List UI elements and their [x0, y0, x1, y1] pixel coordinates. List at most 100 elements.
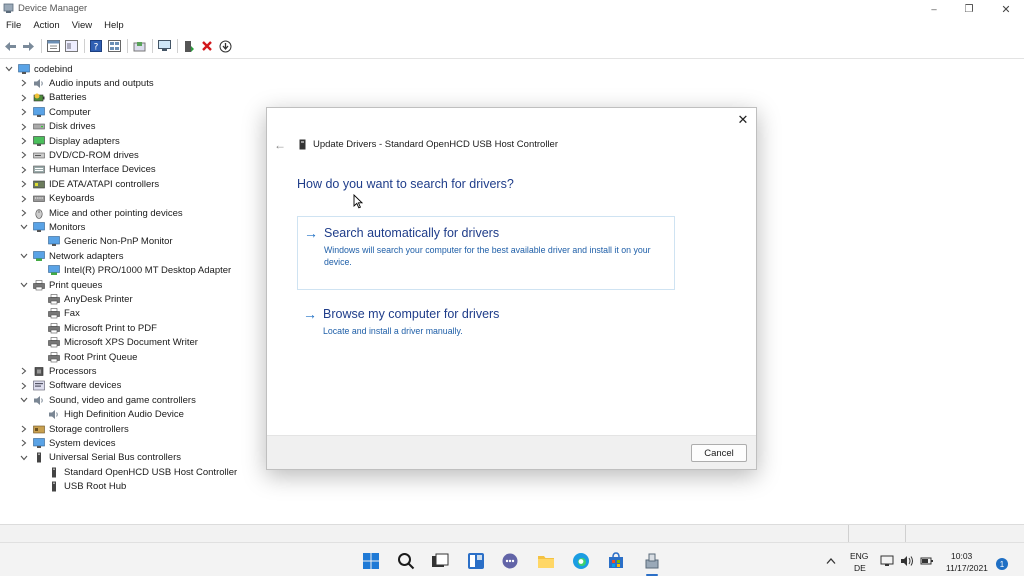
tree-category[interactable]: Sound, video and game controllers: [19, 393, 196, 407]
chevron-right-icon[interactable]: [19, 364, 29, 378]
dialog-close-button[interactable]: ✕: [735, 112, 751, 128]
option-title: Browse my computer for drivers: [323, 307, 500, 321]
help-icon[interactable]: ?: [88, 38, 104, 54]
minimize-button[interactable]: –: [916, 0, 952, 18]
tree-device[interactable]: AnyDesk Printer: [48, 292, 133, 306]
clock-date[interactable]: 11/17/2021: [946, 563, 988, 573]
search-automatically-option[interactable]: → Search automatically for drivers Windo…: [297, 216, 675, 290]
tree-device[interactable]: Fax: [48, 307, 80, 321]
tree-category[interactable]: Universal Serial Bus controllers: [19, 451, 181, 465]
tree-category[interactable]: Mice and other pointing devices: [19, 206, 183, 220]
close-button[interactable]: ✕: [988, 0, 1024, 18]
edge-icon[interactable]: [571, 551, 591, 571]
menu-help[interactable]: Help: [98, 18, 130, 34]
properties-icon[interactable]: [45, 38, 61, 54]
tree-category[interactable]: Monitors: [19, 220, 85, 234]
printer-icon: [48, 337, 60, 348]
tree-category[interactable]: DVD/CD-ROM drives: [19, 148, 139, 162]
network-icon: [48, 265, 60, 276]
search-icon[interactable]: [396, 551, 416, 571]
restore-button[interactable]: ❐: [951, 0, 987, 18]
chevron-down-icon[interactable]: [19, 451, 29, 465]
menu-file[interactable]: File: [0, 18, 27, 34]
tree-category[interactable]: Human Interface Devices: [19, 163, 156, 177]
action-icon[interactable]: [131, 38, 147, 54]
tree-device[interactable]: High Definition Audio Device: [48, 408, 184, 422]
chevron-right-icon[interactable]: [19, 379, 29, 393]
tree-device[interactable]: Intel(R) PRO/1000 MT Desktop Adapter: [48, 264, 231, 278]
chevron-right-icon[interactable]: [19, 76, 29, 90]
battery-icon[interactable]: [920, 551, 934, 571]
tree-category[interactable]: Network adapters: [19, 249, 123, 263]
taskbar: ENG DE 10:03 11/17/2021 1: [0, 542, 1024, 576]
uninstall-icon[interactable]: [199, 38, 215, 54]
chevron-right-icon[interactable]: [19, 206, 29, 220]
chevron-down-icon[interactable]: [4, 62, 14, 76]
tree-item-label: Microsoft XPS Document Writer: [64, 337, 198, 349]
printer-icon: [48, 308, 60, 319]
chevron-right-icon[interactable]: [19, 436, 29, 450]
tree-category[interactable]: Batteries: [19, 91, 87, 105]
tree-category[interactable]: Software devices: [19, 379, 121, 393]
tree-category[interactable]: Keyboards: [19, 192, 94, 206]
tree-category[interactable]: Computer: [19, 105, 91, 119]
view-icon[interactable]: [106, 38, 122, 54]
notification-badge[interactable]: 1: [996, 558, 1008, 570]
tree-category[interactable]: IDE ATA/ATAPI controllers: [19, 177, 159, 191]
clock-time[interactable]: 10:03: [951, 551, 972, 561]
chevron-right-icon[interactable]: [19, 148, 29, 162]
windows-start-icon[interactable]: [361, 551, 381, 571]
tree-device[interactable]: Microsoft Print to PDF: [48, 321, 157, 335]
tree-device[interactable]: USB Root Hub: [48, 480, 126, 494]
chat-icon[interactable]: [500, 551, 520, 571]
language-indicator[interactable]: ENG: [850, 551, 868, 561]
tree-category[interactable]: Print queues: [19, 278, 102, 292]
chevron-right-icon[interactable]: [19, 91, 29, 105]
chevron-right-icon[interactable]: [19, 177, 29, 191]
option-description: Windows will search your computer for th…: [324, 245, 651, 267]
tree-category[interactable]: Processors: [19, 364, 97, 378]
tree-device[interactable]: Microsoft XPS Document Writer: [48, 336, 198, 350]
download-icon[interactable]: [217, 38, 233, 54]
widgets-icon[interactable]: [466, 551, 486, 571]
tree-category[interactable]: Display adapters: [19, 134, 120, 148]
back-icon[interactable]: [2, 38, 18, 54]
console-icon[interactable]: [63, 38, 79, 54]
chevron-down-icon[interactable]: [19, 278, 29, 292]
task-view-icon[interactable]: [430, 551, 450, 571]
tree-category[interactable]: System devices: [19, 436, 116, 450]
chevron-down-icon[interactable]: [19, 249, 29, 263]
file-explorer-icon[interactable]: [536, 551, 556, 571]
forward-icon[interactable]: [20, 38, 36, 54]
option-title: Search automatically for drivers: [324, 226, 500, 240]
menu-view[interactable]: View: [66, 18, 98, 34]
tree-category[interactable]: Storage controllers: [19, 422, 129, 436]
tree-category[interactable]: Disk drives: [19, 120, 95, 134]
tree-root[interactable]: codebind: [4, 62, 73, 76]
tree-device[interactable]: Standard OpenHCD USB Host Controller: [48, 465, 237, 479]
cancel-button[interactable]: Cancel: [691, 444, 747, 462]
chevron-down-icon[interactable]: [19, 220, 29, 234]
chevron-right-icon[interactable]: [19, 192, 29, 206]
chevron-right-icon[interactable]: [19, 105, 29, 119]
tree-category[interactable]: Audio inputs and outputs: [19, 76, 154, 90]
browse-computer-option[interactable]: → Browse my computer for drivers Locate …: [297, 298, 675, 340]
chevron-right-icon[interactable]: [19, 134, 29, 148]
chevron-right-icon[interactable]: [19, 120, 29, 134]
tree-item-label: Audio inputs and outputs: [49, 77, 154, 89]
volume-icon[interactable]: [900, 551, 914, 571]
device-manager-icon[interactable]: [642, 551, 662, 571]
chevron-down-icon[interactable]: [19, 393, 29, 407]
tree-device[interactable]: Generic Non-PnP Monitor: [48, 235, 173, 249]
update-driver-icon[interactable]: [181, 38, 197, 54]
tree-device[interactable]: Root Print Queue: [48, 350, 137, 364]
keyboard-layout-indicator[interactable]: DE: [854, 563, 866, 573]
chevron-right-icon[interactable]: [19, 422, 29, 436]
menu-action[interactable]: Action: [27, 18, 65, 34]
monitor-icon[interactable]: [156, 38, 172, 54]
chevron-up-icon[interactable]: [824, 551, 838, 571]
back-arrow-icon[interactable]: ←: [273, 138, 287, 152]
network-icon[interactable]: [880, 551, 894, 571]
chevron-right-icon[interactable]: [19, 163, 29, 177]
store-icon[interactable]: [606, 551, 626, 571]
